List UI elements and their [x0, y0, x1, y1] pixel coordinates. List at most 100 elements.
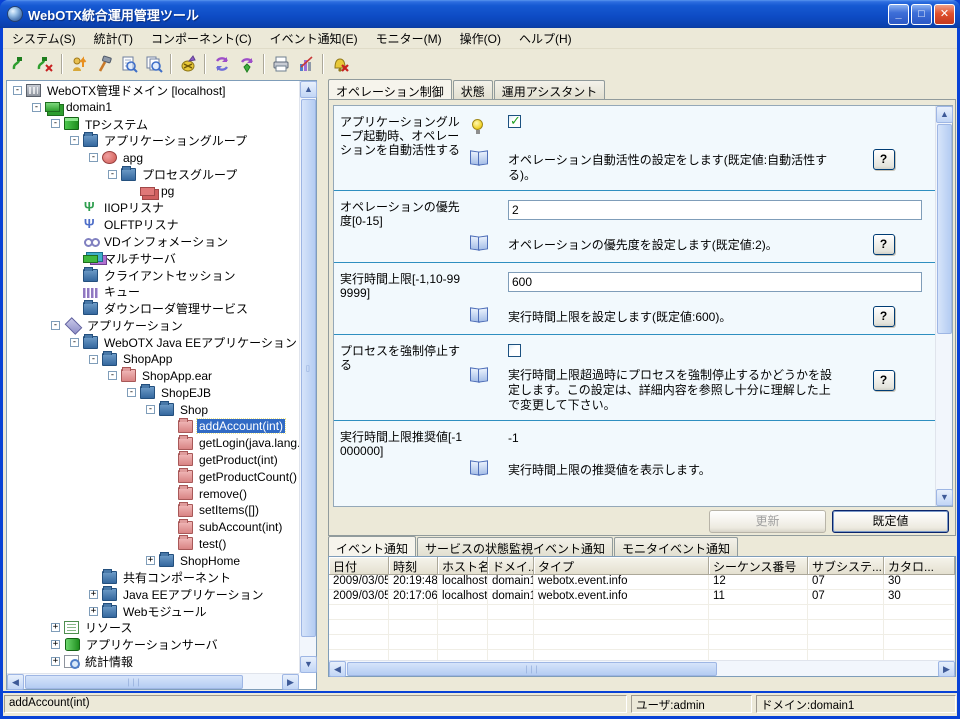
tree-item[interactable]: +統計情報: [8, 653, 299, 670]
tree-item-label[interactable]: アプリケーション: [85, 317, 185, 334]
tree-item[interactable]: - プロセスグループ: [8, 166, 299, 183]
tree-item-label[interactable]: 共有コンポーネント: [121, 569, 233, 586]
tree-item[interactable]: VDインフォメーション: [8, 233, 299, 250]
tree-item[interactable]: getLogin(java.lang.S: [8, 435, 299, 452]
collapse-icon[interactable]: -: [51, 321, 60, 330]
expand-icon[interactable]: +: [89, 607, 98, 616]
tree-item[interactable]: 共有コンポーネント: [8, 569, 299, 586]
collapse-icon[interactable]: -: [127, 388, 136, 397]
maximize-button[interactable]: □: [911, 4, 932, 25]
tree-item-label[interactable]: Java EEアプリケーション: [121, 586, 265, 603]
tree-item-label[interactable]: リソース: [83, 619, 134, 636]
column-header[interactable]: タイプ: [534, 557, 709, 575]
tree-item-label[interactable]: getLogin(java.lang.S: [197, 436, 299, 450]
expand-icon[interactable]: +: [89, 590, 98, 599]
scroll-left-icon[interactable]: ◀: [329, 661, 346, 677]
tree-vscroll-thumb[interactable]: ▯: [301, 99, 316, 637]
tree-vertical-scrollbar[interactable]: ▲ ▯ ▼: [299, 81, 316, 673]
collapse-icon[interactable]: -: [70, 338, 79, 347]
build-button[interactable]: [91, 52, 116, 76]
collapse-icon[interactable]: -: [108, 170, 117, 179]
table-hscroll-thumb[interactable]: ∣∣∣: [347, 662, 717, 676]
webotx-button[interactable]: [175, 52, 200, 76]
tree-item[interactable]: + ShopHome: [8, 552, 299, 569]
tree-item-label[interactable]: TPシステム: [83, 116, 150, 133]
menu-statistics[interactable]: 統計(T): [85, 28, 142, 49]
scroll-right-icon[interactable]: ▶: [938, 661, 955, 677]
tree-item[interactable]: - ShopApp: [8, 351, 299, 368]
collapse-icon[interactable]: -: [108, 371, 117, 380]
tree-item[interactable]: クライアントセッション: [8, 267, 299, 284]
view-log-button[interactable]: [116, 52, 141, 76]
tree-item[interactable]: -TPシステム: [8, 116, 299, 133]
collapse-icon[interactable]: -: [32, 103, 41, 112]
collapse-icon[interactable]: -: [89, 355, 98, 364]
tree-item[interactable]: subAccount(int): [8, 519, 299, 536]
table-horizontal-scrollbar[interactable]: ◀ ∣∣∣ ▶: [329, 660, 955, 676]
tab-assistant[interactable]: 運用アシスタント: [494, 80, 606, 99]
tree-item-label[interactable]: VDインフォメーション: [102, 233, 230, 250]
tree-item[interactable]: IIOPリスナ: [8, 200, 299, 217]
exec-time-limit-input[interactable]: [508, 272, 922, 292]
tab-monitor-event[interactable]: モニタイベント通知: [614, 537, 738, 556]
tree-item-label[interactable]: subAccount(int): [197, 520, 284, 534]
tab-status[interactable]: 状態: [453, 80, 493, 99]
tree-item[interactable]: -WebOTX管理ドメイン [localhost]: [8, 82, 299, 99]
menu-help[interactable]: ヘルプ(H): [510, 28, 581, 49]
menu-component[interactable]: コンポーネント(C): [142, 28, 261, 49]
tree-item[interactable]: ダウンローダ管理サービス: [8, 300, 299, 317]
collapse-icon[interactable]: -: [70, 136, 79, 145]
tree-item[interactable]: -apg: [8, 149, 299, 166]
update-button[interactable]: 更新: [709, 510, 826, 533]
tree-item[interactable]: キュー: [8, 284, 299, 301]
scroll-up-icon[interactable]: ▲: [936, 106, 953, 123]
tab-operation-control[interactable]: オペレーション制御: [328, 79, 452, 99]
scroll-down-icon[interactable]: ▼: [300, 656, 317, 673]
view-logs-button[interactable]: [141, 52, 166, 76]
menu-operation[interactable]: 操作(O): [451, 28, 510, 49]
tree-item-label[interactable]: ShopHome: [178, 554, 242, 568]
tree-item-label[interactable]: キュー: [102, 283, 142, 300]
tree-item[interactable]: -ShopEJB: [8, 384, 299, 401]
expand-icon[interactable]: +: [51, 640, 60, 649]
tree-item-label[interactable]: プロセスグループ: [140, 166, 239, 183]
table-row[interactable]: 2009/03/0520:17:06localhostdomain1webotx…: [329, 590, 955, 605]
auto-activate-checkbox[interactable]: [508, 115, 521, 128]
column-header[interactable]: ドメイ...: [488, 557, 534, 575]
tree-item-label[interactable]: Webモジュール: [121, 603, 209, 620]
form-vertical-scrollbar[interactable]: ▲ ▼: [935, 106, 952, 506]
connect-button[interactable]: [7, 52, 32, 76]
close-button[interactable]: ✕: [934, 4, 955, 25]
tree-item-label[interactable]: アプリケーションサーバ: [84, 636, 220, 653]
help-button[interactable]: ?: [873, 306, 895, 327]
force-stop-checkbox[interactable]: [508, 344, 521, 357]
chart-button[interactable]: [293, 52, 318, 76]
expand-icon[interactable]: +: [146, 556, 155, 565]
tree-item[interactable]: test(): [8, 536, 299, 553]
refresh-button[interactable]: [209, 52, 234, 76]
tree-item-label[interactable]: remove(): [197, 487, 249, 501]
help-button[interactable]: ?: [873, 149, 895, 170]
form-vscroll-thumb[interactable]: [937, 124, 952, 334]
start-button[interactable]: [66, 52, 91, 76]
disconnect-button[interactable]: [32, 52, 57, 76]
tree-item-label[interactable]: クライアントセッション: [102, 267, 238, 284]
tree-item[interactable]: pg: [8, 183, 299, 200]
tree-item-label[interactable]: 統計情報: [83, 653, 135, 670]
tree-item[interactable]: + アプリケーションサーバ: [8, 636, 299, 653]
tree-item[interactable]: -WebOTX Java EEアプリケーション: [8, 334, 299, 351]
tree-item[interactable]: - アプリケーション: [8, 317, 299, 334]
tree-item-label[interactable]: Shop: [178, 403, 210, 417]
scroll-right-icon[interactable]: ▶: [282, 674, 299, 690]
tree-item[interactable]: -domain1: [8, 99, 299, 116]
scroll-up-icon[interactable]: ▲: [300, 81, 317, 98]
tree-item-label[interactable]: OLFTPリスナ: [102, 216, 181, 233]
tree-item-label[interactable]: ダウンローダ管理サービス: [102, 300, 250, 317]
tree-item-label[interactable]: getProduct(int): [197, 453, 280, 467]
collapse-icon[interactable]: -: [89, 153, 98, 162]
menu-system[interactable]: システム(S): [3, 28, 85, 49]
table-row[interactable]: 2009/03/0520:19:48localhostdomain1webotx…: [329, 575, 955, 590]
column-header[interactable]: 時刻: [389, 557, 438, 575]
column-header[interactable]: シーケンス番号: [709, 557, 808, 575]
tree-item-label[interactable]: ShopApp: [121, 352, 174, 366]
